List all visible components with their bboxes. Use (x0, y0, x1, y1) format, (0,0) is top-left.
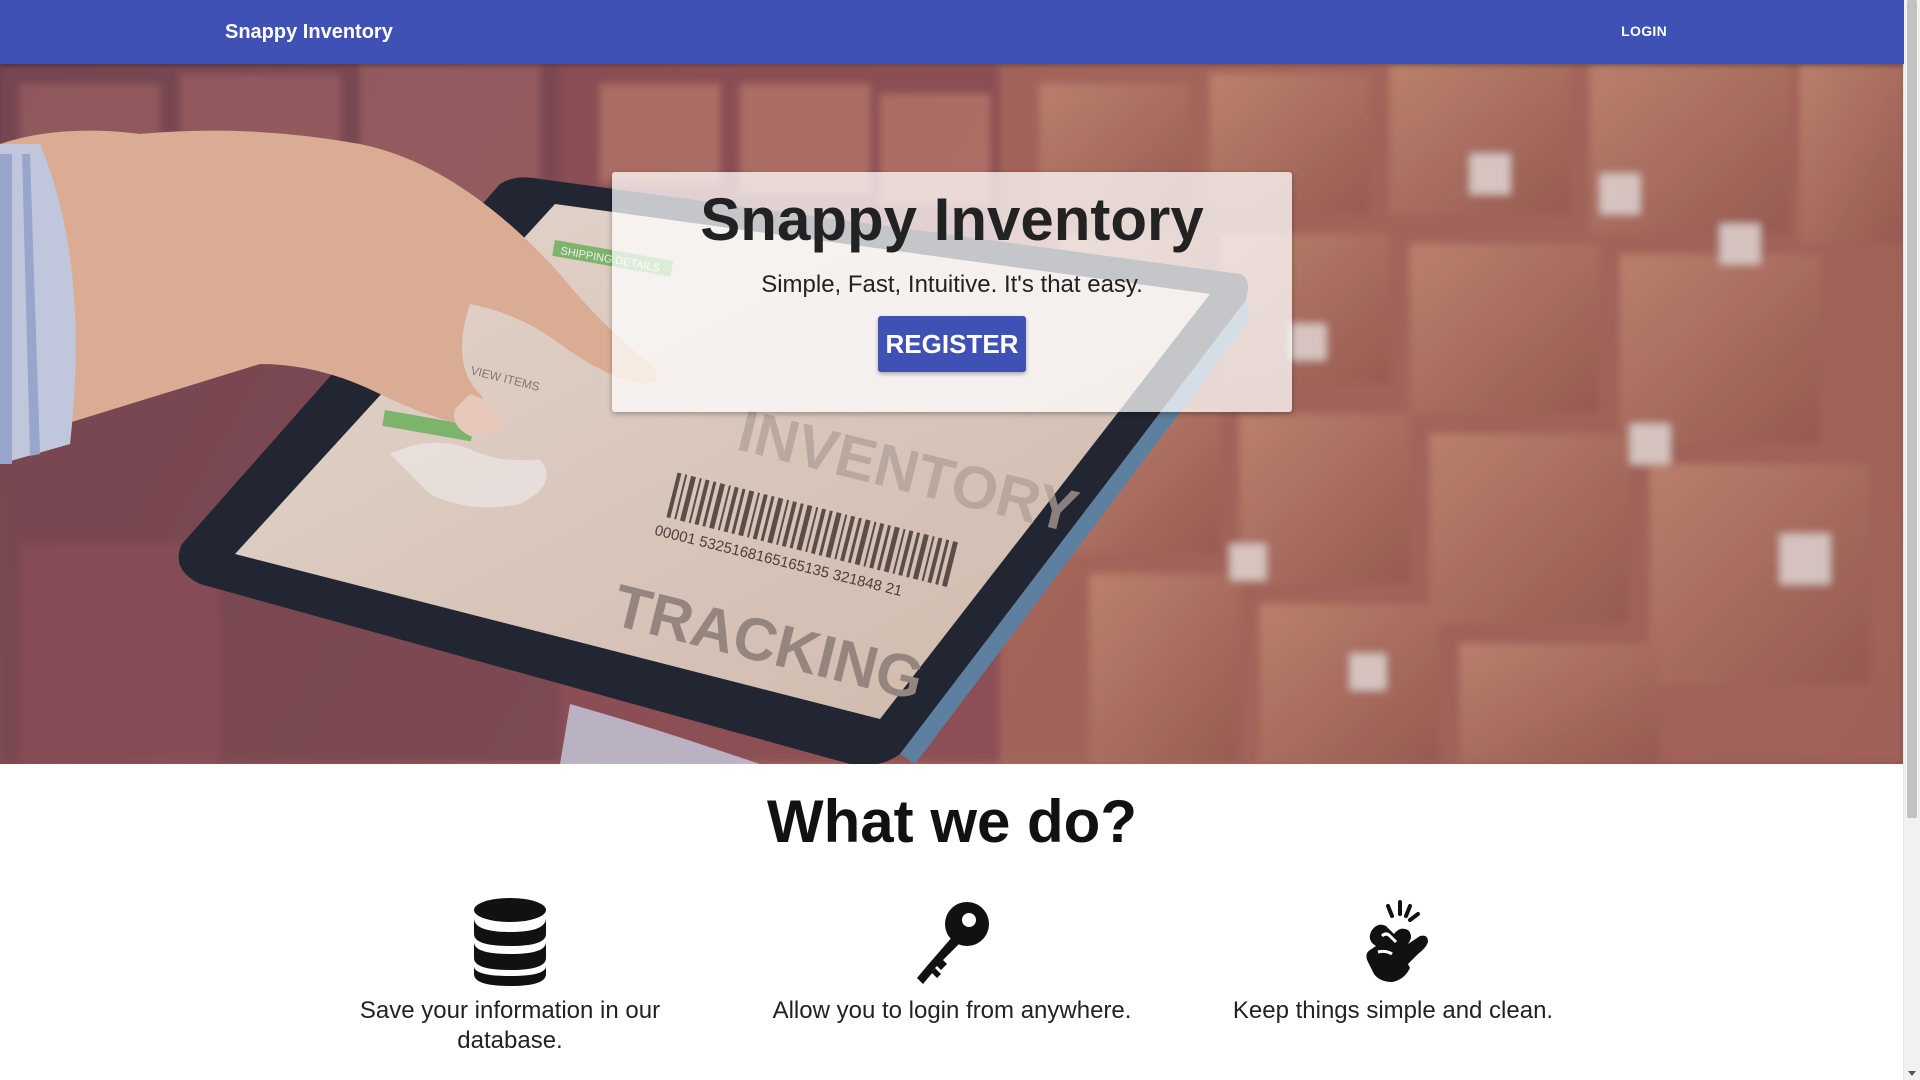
vertical-scrollbar[interactable] (1903, 0, 1920, 1080)
hero-title: Snappy Inventory (700, 186, 1204, 253)
login-link[interactable]: LOGIN (1621, 0, 1667, 64)
top-navbar: Snappy Inventory LOGIN (0, 0, 1904, 64)
feature-key-text: Allow you to login from anywhere. (772, 997, 1132, 1024)
feature-snap-text: Keep things simple and clean. (1232, 997, 1554, 1024)
hero-subtitle: Simple, Fast, Intuitive. It's that easy. (761, 271, 1143, 298)
hero-section: SHIPPING DETAILS VIEW ITEMS INVENTORY 00… (0, 64, 1904, 764)
register-button[interactable]: REGISTER (877, 316, 1027, 372)
feature-database-text: Save your information in our database. (359, 997, 661, 1054)
scrollbar-thumb[interactable] (1907, 0, 1917, 818)
hero-card: Snappy Inventory Simple, Fast, Intuitive… (612, 172, 1292, 412)
snap-fingers-icon (1366, 900, 1428, 982)
page: Snappy Inventory LOGIN SHIPPING DETAILS … (0, 0, 1920, 1080)
scroll-down-arrow-icon[interactable] (1908, 1071, 1916, 1076)
key-icon (917, 902, 989, 984)
feature-snap: Keep things simple and clean. (1208, 896, 1578, 1026)
hero-background-image: SHIPPING DETAILS VIEW ITEMS INVENTORY 00… (0, 64, 1904, 764)
feature-database: Save your information in our database. (340, 896, 680, 1056)
brand-link[interactable]: Snappy Inventory (225, 0, 393, 64)
feature-key: Allow you to login from anywhere. (752, 896, 1152, 1026)
database-icon (474, 898, 546, 986)
features-title: What we do? (767, 788, 1137, 855)
page-content: Snappy Inventory LOGIN SHIPPING DETAILS … (0, 0, 1904, 1080)
